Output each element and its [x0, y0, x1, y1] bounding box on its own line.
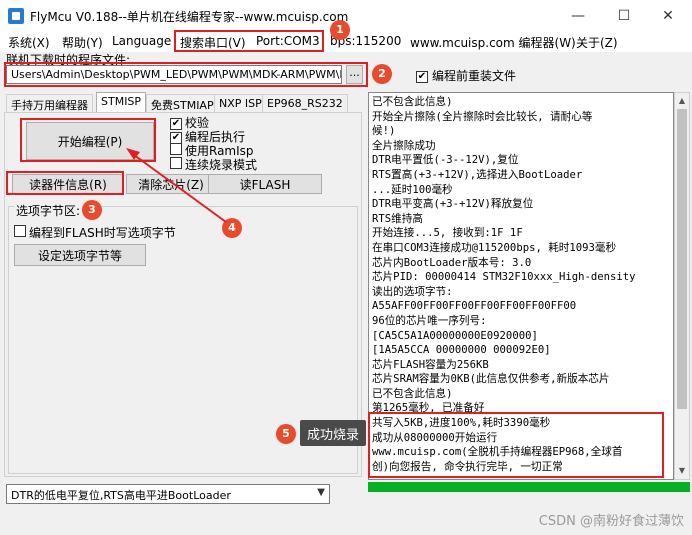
watermark: CSDN @南粉好食过薄饮	[538, 514, 684, 529]
arrow-line	[129, 151, 227, 223]
success-tooltip: 成功烧录	[300, 420, 366, 446]
annotation-arrow	[126, 148, 227, 223]
